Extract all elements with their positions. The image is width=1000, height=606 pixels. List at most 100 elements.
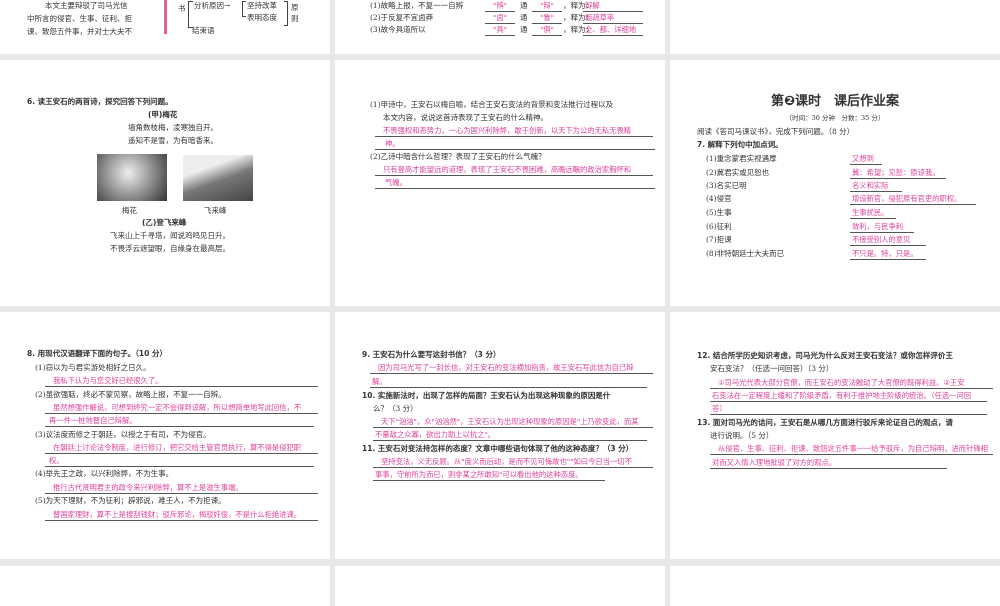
feilai-peak-image xyxy=(183,155,253,201)
item: (8)非特朝廷士大夫而已 xyxy=(706,249,785,258)
question-10: 10. 实施新法时，出现了怎样的局面？王安石认为出现这种现象的原因是什 xyxy=(362,391,611,400)
slide-thumbnail-1[interactable]: 本文主要辩驳了司马光信 中所言的侵官、生事、征利、拒 谏、致怨五件事，并对士大夫… xyxy=(0,0,330,54)
diagram-persist: 坚持改革 xyxy=(247,1,277,10)
lesson-title: 第❷课时 课后作业案 xyxy=(770,94,899,109)
poem-title: (乙)登飞来峰 xyxy=(142,218,187,227)
poem-line: 不畏浮云遮望眼，自缘身在最高层。 xyxy=(110,244,230,253)
sentence: (2)虽欲强聒，终必不蒙见察，故略上报，不复一一自辨。 xyxy=(35,390,226,399)
answer: 权。 xyxy=(45,456,314,467)
label: 通 xyxy=(520,1,528,10)
answer: 从侵官、生事、征利、拒谏、致怨这五件事一一给予驳斥，为自己辩明，进而针锋相 xyxy=(710,444,993,455)
answer: 坚持变法，义无反顾。从"度义而后动，是而不见可悔故也""如曰今日当一切不 xyxy=(373,457,653,468)
answer: "鲁" xyxy=(532,13,562,24)
poem-title: (甲)梅花 xyxy=(148,110,178,119)
text-line: 谏、致怨五件事，并对士大夫不 xyxy=(27,27,132,36)
answer: 冀：希望；见恕：原谅我。 xyxy=(850,168,946,179)
bracket xyxy=(284,1,288,26)
answer: 对而又入情入理地批驳了对方的观点。 xyxy=(710,458,947,469)
sentence: (5)为天下理财，不为征利；辟邪说，难壬人，不为拒谏。 xyxy=(35,496,226,505)
answer: 我私下认为与您交好已经很久了。 xyxy=(45,376,318,387)
answer: "俱" xyxy=(532,25,562,36)
sentence: (1)窃以为与君实游处相好之日久。 xyxy=(35,363,151,372)
poem-line: 飞来山上千寻塔，闻说鸡鸣见日升。 xyxy=(110,231,230,240)
question: 本文内容，说说这首诗表现了王安石的什么精神。 xyxy=(383,113,548,122)
item: (4)侵官 xyxy=(706,194,732,203)
item: (1)重念蒙君实视遇厚 xyxy=(706,154,777,163)
answer: 再一件一桩地替自己辩解。 xyxy=(45,416,314,427)
item: (2)冀君实或见恕也 xyxy=(706,168,770,177)
question: (3)故今具道所以 xyxy=(370,25,426,34)
question-7: 7. 解释下列句中加点词。 xyxy=(697,140,783,149)
question-12: 安石变法？（任选一问回答）（3 分） xyxy=(710,364,834,373)
pink-divider xyxy=(164,0,167,34)
question-9: 9. 王安石为什么要写这封书信？（3 分） xyxy=(362,350,501,359)
diagram-principle: 原 xyxy=(291,3,299,12)
answer: 天下"汹汹"，众"汹汹然"，王安石认为出现这种现象的原因是"上乃欲变此，而某 xyxy=(373,417,653,428)
image-caption: 梅花 xyxy=(122,206,137,215)
label: 通 xyxy=(520,13,528,22)
question-13: 13. 面对司马光的诘问，王安石是从哪几方面进行驳斥来论证自己的观点，请 xyxy=(697,418,953,427)
question: (1)故略上报，不复一一自辨 xyxy=(370,1,464,10)
diagram-ending: 结束语 xyxy=(192,26,215,35)
diagram-attitude: 表明态度 xyxy=(247,13,277,22)
time-score: （时间：30 分钟 分数：35 分） xyxy=(785,114,885,122)
image-caption: 飞来峰 xyxy=(204,206,227,215)
slide-thumbnail-12[interactable] xyxy=(670,566,1000,606)
answer: 只有登高才能望远的道理，表现了王安石不畏困难，高瞻远瞩的政治家胸怀和 xyxy=(375,165,653,176)
question-6: 6. 读王安石的两首诗，探究回答下列问题。 xyxy=(27,97,173,106)
answer: 在朝廷上讨论法令制度，进行修订，把它交给主管官员执行，算不得是侵犯职 xyxy=(45,443,318,454)
slide-thumbnail-7[interactable]: 8. 用现代汉语翻译下面的句子。（10 分） (1)窃以为与君实游处相好之日久。… xyxy=(0,312,330,559)
slide-thumbnail-2[interactable]: (1)故略上报，不复一一自辨 "辨" 通 "辩" ，释为： 辩解 (2)于反复不… xyxy=(335,0,665,54)
reading-intro: 阅读《答司马谏议书》，完成下列问题。（8 分） xyxy=(697,127,855,136)
slide-thumbnail-9[interactable]: 12. 结合所学历史知识考虑，司马光为什么反对王安石变法？或你怎样评价王 安石变… xyxy=(670,312,1000,559)
answer: 解。 xyxy=(370,377,647,388)
plum-blossom-image xyxy=(97,154,167,201)
slide-thumbnail-6[interactable]: 第❷课时 课后作业案 （时间：30 分钟 分数：35 分） 阅读《答司马谏议书》… xyxy=(670,60,1000,306)
answer: 推行古代贤明君主的政令来兴利除弊，算不上是滋生事端。 xyxy=(45,483,318,494)
item: (5)生事 xyxy=(706,208,732,217)
answer: ①司马光代表大部分官僚，而王安石的变法触动了大官僚的既得利益。②王安 xyxy=(710,378,993,389)
answer: 粗疏草率 xyxy=(583,13,643,24)
question: (2)于反复不宜卤莽 xyxy=(370,13,434,22)
diagram-principle: 则 xyxy=(291,14,299,23)
answer: 不畏强权和恶势力，一心为国兴利除弊，敢于创新，以天下为公的无私无畏精 xyxy=(375,126,653,137)
slide-thumbnail-4[interactable]: 6. 读王安石的两首诗，探究回答下列问题。 (甲)梅花 墙角数枝梅，凌寒独自开。… xyxy=(0,60,330,306)
answer: 神。 xyxy=(375,139,655,150)
question-13: 进行说明。（5 分） xyxy=(710,431,774,440)
question-8: 8. 用现代汉语翻译下面的句子。（10 分） xyxy=(27,349,167,358)
answer: "具" xyxy=(485,25,515,36)
answer: "辨" xyxy=(485,1,515,12)
answer: 生事扰民。 xyxy=(850,208,896,219)
diagram-book: 书 xyxy=(178,4,186,13)
label: 通 xyxy=(520,25,528,34)
answer: 敛利，与民争利 xyxy=(850,222,914,233)
slide-thumbnail-11[interactable] xyxy=(335,566,665,606)
answer: 虽然想强作解说，可想到终究一定不会得到谅解，所以想简单地写此回信，不 xyxy=(45,403,318,414)
answer: 答） xyxy=(710,404,987,415)
question-10: 么？（3 分） xyxy=(373,404,418,413)
answer: "辩" xyxy=(532,1,562,12)
question: (2)乙诗中暗含什么哲理？表现了王安石的什么气魄？ xyxy=(370,152,546,161)
slide-thumbnail-3[interactable] xyxy=(670,0,1000,54)
slide-thumbnail-10[interactable] xyxy=(0,566,330,606)
question-11: 11. 王安石对变法持怎样的态度？文章中哪些语句体现了他的这种态度？（3 分） xyxy=(362,444,634,453)
answer: 辩解 xyxy=(583,1,643,12)
bracket xyxy=(242,1,246,17)
slide-thumbnail-5[interactable]: (1)甲诗中，王安石以梅自喻，结合王安石变法的背景和变法推行过程以及 本文内容，… xyxy=(335,60,665,306)
slide-thumbnail-8[interactable]: 9. 王安石为什么要写这封书信？（3 分） 因为司马光写了一封长信，对王安石的变… xyxy=(335,312,665,559)
answer: 名义和实际 xyxy=(850,181,902,192)
answer: 不量敌之众寡，欲出力助上以抗之"。 xyxy=(373,430,647,441)
answer: 增设新官，侵犯原有官吏的职权。 xyxy=(850,194,976,205)
sentence: (4)举先王之政，以兴利除弊，不为生事。 xyxy=(35,469,174,478)
question: (1)甲诗中，王安石以梅自喻，结合王安石变法的背景和变法推行过程以及 xyxy=(370,100,614,109)
answer: 又想到 xyxy=(850,154,882,165)
answer: 石变法在一定程度上缓和了阶级矛盾，有利于维护地主阶级的统治。（任选一问回 xyxy=(710,391,987,402)
answer: 不只是。特，只是。 xyxy=(850,249,926,260)
poem-line: 墙角数枝梅，凌寒独自开。 xyxy=(128,123,218,132)
answer: 因为司马光写了一封长信，对王安石的变法横加指责，故王安石写此信为自己辩 xyxy=(370,363,653,374)
text-line: 本文主要辩驳了司马光信 xyxy=(45,1,128,10)
answer: 替国家理财，算不上是搜刮钱财；驳斥邪论，揭驳奸佞，不是什么拒绝进谏。 xyxy=(45,510,318,521)
answer: 事事，守前所为而已，则非某之所敢知"可以看出他的这种态度。 xyxy=(373,470,605,481)
answer: 全、都、详细地 xyxy=(583,25,643,36)
item: (6)征利 xyxy=(706,222,732,231)
